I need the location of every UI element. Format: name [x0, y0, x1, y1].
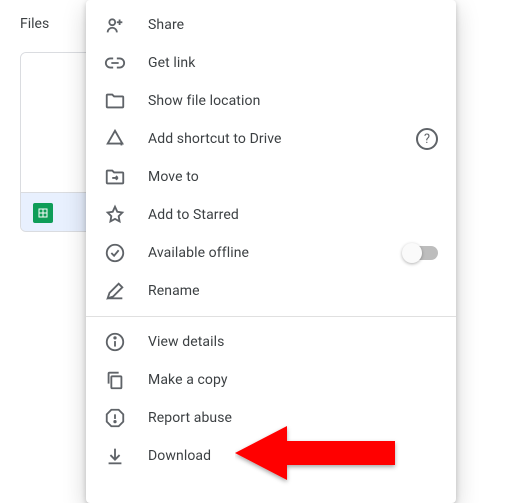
menu-available-offline[interactable]: Available offline — [86, 234, 456, 272]
menu-label: Move to — [148, 169, 438, 185]
menu-label: Download — [148, 448, 438, 464]
menu-separator — [86, 316, 456, 317]
download-icon — [104, 445, 126, 467]
menu-share[interactable]: Share — [86, 6, 456, 44]
folder-icon — [104, 90, 126, 112]
menu-label: Share — [148, 17, 438, 33]
google-sheets-icon — [33, 203, 53, 223]
menu-label: Get link — [148, 55, 438, 71]
rename-icon — [104, 280, 126, 302]
menu-add-starred[interactable]: Add to Starred — [86, 196, 456, 234]
menu-label: Available offline — [148, 245, 382, 261]
star-icon — [104, 204, 126, 226]
menu-label: View details — [148, 334, 438, 350]
menu-label: Rename — [148, 283, 438, 299]
menu-view-details[interactable]: View details — [86, 323, 456, 361]
info-icon — [104, 331, 126, 353]
menu-label: Add to Starred — [148, 207, 438, 223]
menu-add-shortcut[interactable]: Add shortcut to Drive ? — [86, 120, 456, 158]
menu-move-to[interactable]: Move to — [86, 158, 456, 196]
menu-label: Report abuse — [148, 410, 438, 426]
menu-label: Make a copy — [148, 372, 438, 388]
menu-rename[interactable]: Rename — [86, 272, 456, 310]
share-icon — [104, 14, 126, 36]
menu-make-copy[interactable]: Make a copy — [86, 361, 456, 399]
link-icon — [104, 52, 126, 74]
copy-icon — [104, 369, 126, 391]
menu-label: Add shortcut to Drive — [148, 131, 394, 147]
menu-label: Show file location — [148, 93, 438, 109]
offline-check-icon — [104, 242, 126, 264]
offline-toggle[interactable] — [404, 246, 438, 260]
menu-download[interactable]: Download — [86, 437, 456, 475]
menu-show-location[interactable]: Show file location — [86, 82, 456, 120]
drive-shortcut-icon — [104, 128, 126, 150]
help-icon[interactable]: ? — [416, 128, 438, 150]
menu-get-link[interactable]: Get link — [86, 44, 456, 82]
menu-report-abuse[interactable]: Report abuse — [86, 399, 456, 437]
move-icon — [104, 166, 126, 188]
context-menu: Share Get link Show file location Add sh… — [86, 0, 456, 503]
report-icon — [104, 407, 126, 429]
